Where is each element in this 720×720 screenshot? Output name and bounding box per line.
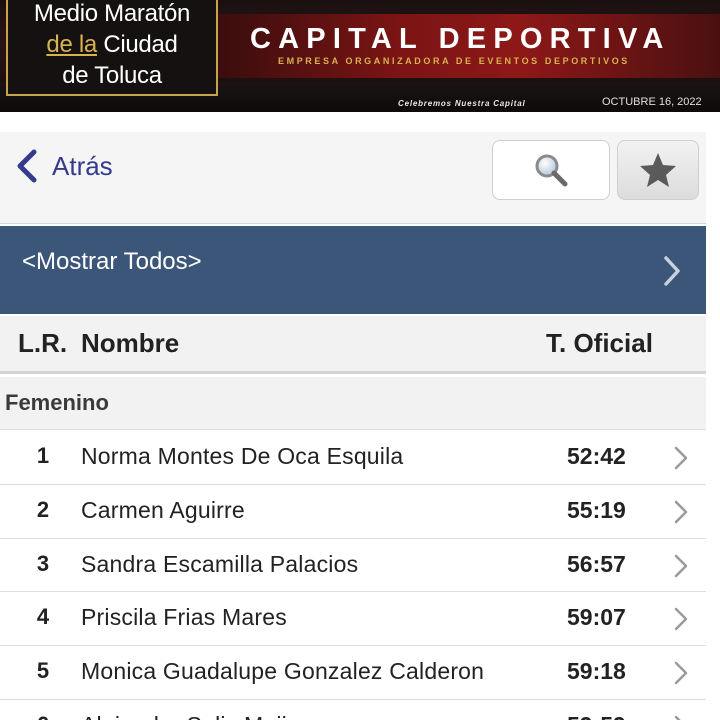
results-table-header: L.R. Nombre T. Oficial (0, 316, 706, 374)
result-rank: 1 (36, 443, 50, 468)
result-row[interactable]: 2 Carmen Aguirre 55:19 (0, 484, 706, 539)
column-header-name: Nombre (81, 328, 180, 358)
chevron-right-icon (674, 554, 688, 577)
results-list: 1 Norma Montes De Oca Esquila 52:42 2 Ca… (0, 431, 706, 720)
toolbar: Atrás (0, 132, 706, 224)
chevron-right-icon (664, 256, 680, 286)
result-name: Sandra Escamilla Palacios (81, 550, 359, 577)
result-name: Norma Montes De Oca Esquila (81, 443, 404, 469)
show-all-label: <Mostrar Todos> (22, 248, 202, 275)
logo-line-2-rest: Ciudad (96, 31, 178, 58)
result-name: Carmen Aguirre (81, 496, 245, 523)
result-row[interactable]: 4 Priscila Frias Mares 59:07 (0, 592, 706, 647)
brand-subtitle: EMPRESA ORGANIZADORA DE EVENTOS DEPORTIV… (278, 56, 630, 66)
event-banner: Medio Maratón de la Ciudad de Toluca CAP… (0, 0, 720, 112)
magnifier-icon (535, 154, 568, 187)
chevron-right-icon (674, 500, 688, 524)
result-name: Monica Guadalupe Gonzalez Calderon (81, 658, 485, 685)
result-row[interactable]: 6 Alejandra Solis Mejia 59:59 (0, 699, 706, 720)
logo-line-3: de Toluca (62, 62, 162, 89)
result-rank: 5 (36, 658, 50, 684)
result-name: Alejandra Solis Mejia (81, 712, 300, 720)
result-rank: 6 (28, 712, 58, 720)
show-all-row[interactable]: <Mostrar Todos> (0, 226, 706, 314)
result-official-time: 59:18 (567, 658, 626, 685)
column-header-official-time: T. Oficial (546, 328, 653, 358)
event-date: OCTUBRE 16, 2022 (602, 96, 702, 108)
brand-title: CAPITAL DEPORTIVA (250, 23, 671, 55)
favorite-button[interactable] (617, 140, 699, 200)
result-row[interactable]: 1 Norma Montes De Oca Esquila 52:42 (0, 431, 706, 485)
back-label: Atrás (52, 150, 113, 181)
result-rank: 2 (36, 496, 50, 522)
column-header-rank: L.R. (18, 328, 68, 358)
result-row[interactable]: 3 Sandra Escamilla Palacios 56:57 (0, 538, 706, 593)
search-button[interactable] (492, 140, 610, 200)
chevron-right-icon (674, 446, 688, 470)
result-row[interactable]: 5 Monica Guadalupe Gonzalez Calderon 59:… (0, 646, 706, 700)
logo-line-2-gold: de la (46, 31, 97, 58)
result-official-time: 56:57 (567, 550, 626, 577)
result-official-time: 59:59 (567, 712, 626, 720)
category-label: Femenino (5, 390, 109, 415)
result-rank: 3 (36, 550, 50, 576)
chevron-right-icon (674, 661, 688, 685)
chevron-left-icon (17, 149, 37, 183)
result-official-time: 52:42 (567, 443, 626, 469)
logo-line-2: de la Ciudad (8, 29, 216, 60)
result-name: Priscila Frias Mares (81, 604, 287, 631)
category-section-header: Femenino (0, 377, 706, 430)
star-icon (640, 153, 676, 187)
chevron-right-icon (674, 608, 688, 631)
result-official-time: 55:19 (567, 496, 626, 523)
event-logo: Medio Maratón de la Ciudad de Toluca (6, 0, 218, 96)
banner-slogan: Celebremos Nuestra Capital (398, 99, 526, 108)
back-button[interactable]: Atrás (12, 146, 142, 186)
chevron-right-icon (674, 715, 681, 720)
result-rank: 4 (36, 604, 50, 630)
logo-line-1: Medio Maratón (33, 0, 191, 27)
result-official-time: 59:07 (567, 604, 626, 631)
